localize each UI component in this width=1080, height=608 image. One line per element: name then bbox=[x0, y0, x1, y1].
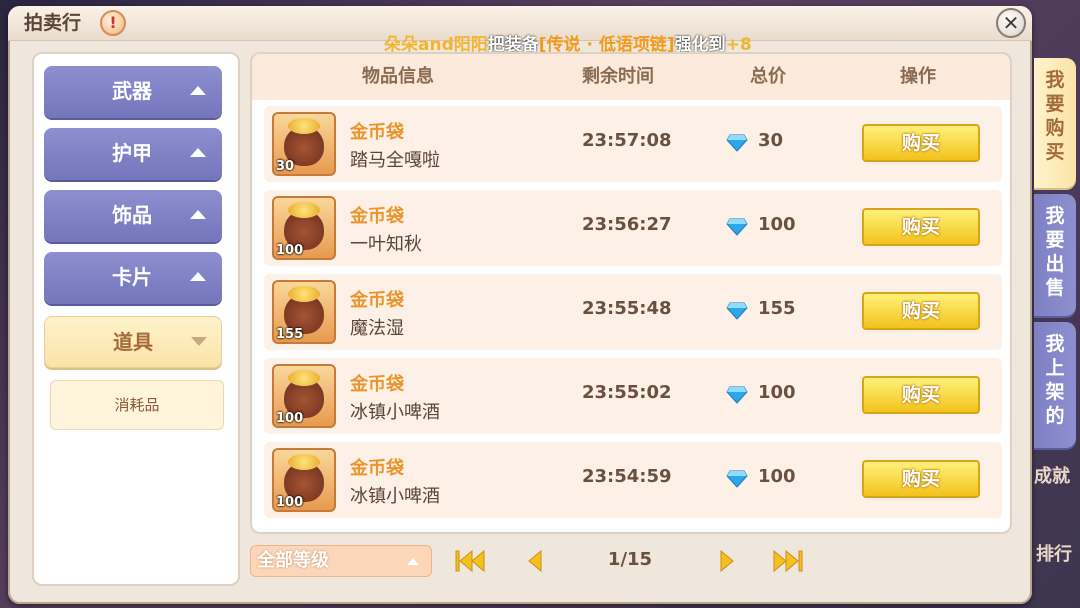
price-value: 100 bbox=[758, 382, 796, 403]
category-weapon[interactable]: 武器 bbox=[44, 66, 222, 118]
table-row: 100 金币袋 冰镇小啤酒 23:54:59 100 购买 bbox=[264, 442, 1002, 518]
seller-name: 冰镇小啤酒 bbox=[350, 486, 440, 507]
chevron-up-icon bbox=[190, 272, 206, 281]
price-value: 30 bbox=[758, 130, 784, 151]
tab-buy-label: 我要购买 bbox=[1045, 69, 1065, 163]
tab-sell-label: 我要出售 bbox=[1045, 205, 1065, 299]
tab-buy[interactable]: 我要购买 bbox=[1034, 58, 1076, 188]
item-quantity: 100 bbox=[276, 495, 304, 510]
chevron-up-icon bbox=[407, 558, 419, 565]
chevron-up-icon bbox=[190, 86, 206, 95]
diamond-icon bbox=[726, 134, 748, 152]
price-value: 100 bbox=[758, 466, 796, 487]
last-page-icon[interactable] bbox=[770, 548, 804, 574]
table-row: 30 金币袋 踏马全嘎啦 23:57:08 30 购买 bbox=[264, 106, 1002, 182]
header-remaining-time: 剩余时间 bbox=[582, 66, 654, 87]
seller-name: 一叶知秋 bbox=[350, 234, 422, 255]
item-name: 金币袋 bbox=[350, 458, 404, 479]
next-page-icon[interactable] bbox=[716, 548, 738, 574]
coins-shape bbox=[288, 370, 320, 386]
item-quantity: 30 bbox=[276, 159, 295, 174]
rank-bg-label: 排行 bbox=[1036, 544, 1072, 565]
remaining-time: 23:55:02 bbox=[582, 382, 672, 403]
achievement-bg-label: 成就 bbox=[1034, 466, 1070, 487]
coins-shape bbox=[288, 118, 320, 134]
seller-name: 踏马全嘎啦 bbox=[350, 150, 440, 171]
price-value: 155 bbox=[758, 298, 796, 319]
category-accessory[interactable]: 饰品 bbox=[44, 190, 222, 242]
subcategory-consumables[interactable]: 消耗品 bbox=[50, 380, 224, 430]
category-label: 武器 bbox=[112, 79, 152, 103]
buy-button[interactable]: 购买 bbox=[862, 124, 980, 162]
window-title: 拍卖行 bbox=[24, 12, 82, 34]
chevron-down-icon bbox=[191, 337, 207, 346]
item-quantity: 155 bbox=[276, 327, 304, 342]
page-indicator: 1/15 bbox=[607, 549, 653, 570]
gold-bag-icon[interactable]: 30 bbox=[272, 112, 336, 176]
tab-my-listings-label: 我上架的 bbox=[1045, 333, 1065, 427]
category-card[interactable]: 卡片 bbox=[44, 252, 222, 304]
buy-button[interactable]: 购买 bbox=[862, 208, 980, 246]
remaining-time: 23:57:08 bbox=[582, 130, 672, 151]
category-label: 饰品 bbox=[112, 203, 152, 227]
remaining-time: 23:55:48 bbox=[582, 298, 672, 319]
item-name: 金币袋 bbox=[350, 374, 404, 395]
category-item[interactable]: 道具 bbox=[44, 316, 222, 368]
gold-bag-icon[interactable]: 155 bbox=[272, 280, 336, 344]
diamond-icon bbox=[726, 218, 748, 236]
diamond-icon bbox=[726, 470, 748, 488]
category-armor[interactable]: 护甲 bbox=[44, 128, 222, 180]
buy-button[interactable]: 购买 bbox=[862, 376, 980, 414]
buy-button[interactable]: 购买 bbox=[862, 460, 980, 498]
price-value: 100 bbox=[758, 214, 796, 235]
item-quantity: 100 bbox=[276, 411, 304, 426]
coins-shape bbox=[288, 454, 320, 470]
category-panel: 武器 护甲 饰品 卡片 道具 消耗品 bbox=[32, 52, 240, 586]
header-action: 操作 bbox=[900, 66, 936, 87]
item-name: 金币袋 bbox=[350, 290, 404, 311]
level-filter-dropdown[interactable]: 全部等级 bbox=[250, 545, 432, 577]
item-quantity: 100 bbox=[276, 243, 304, 258]
tab-sell[interactable]: 我要出售 bbox=[1034, 194, 1076, 316]
table-header: 物品信息 剩余时间 总价 操作 bbox=[252, 54, 1010, 100]
remaining-time: 23:54:59 bbox=[582, 466, 672, 487]
gold-bag-icon[interactable]: 100 bbox=[272, 448, 336, 512]
item-name: 金币袋 bbox=[350, 122, 404, 143]
close-icon[interactable]: ✕ bbox=[996, 8, 1026, 38]
diamond-icon bbox=[726, 302, 748, 320]
table-row: 100 金币袋 冰镇小啤酒 23:55:02 100 购买 bbox=[264, 358, 1002, 434]
category-label: 道具 bbox=[113, 330, 153, 354]
item-name: 金币袋 bbox=[350, 206, 404, 227]
coins-shape bbox=[288, 202, 320, 218]
chevron-up-icon bbox=[190, 148, 206, 157]
exclamation-icon[interactable]: ! bbox=[100, 10, 126, 36]
listing-panel: 物品信息 剩余时间 总价 操作 30 金币袋 踏马全嘎啦 23:57:08 30… bbox=[250, 52, 1012, 534]
header-item-info: 物品信息 bbox=[362, 66, 434, 87]
gold-bag-icon[interactable]: 100 bbox=[272, 364, 336, 428]
category-label: 卡片 bbox=[112, 265, 152, 289]
level-filter-label: 全部等级 bbox=[257, 550, 329, 571]
header-total-price: 总价 bbox=[750, 66, 786, 87]
coins-shape bbox=[288, 286, 320, 302]
prev-page-icon[interactable] bbox=[524, 548, 546, 574]
gold-bag-icon[interactable]: 100 bbox=[272, 196, 336, 260]
category-label: 护甲 bbox=[112, 141, 152, 165]
chevron-up-icon bbox=[190, 210, 206, 219]
table-row: 155 金币袋 魔法湿 23:55:48 155 购买 bbox=[264, 274, 1002, 350]
tab-my-listings[interactable]: 我上架的 bbox=[1034, 322, 1076, 448]
remaining-time: 23:56:27 bbox=[582, 214, 672, 235]
diamond-icon bbox=[726, 386, 748, 404]
seller-name: 冰镇小啤酒 bbox=[350, 402, 440, 423]
first-page-icon[interactable] bbox=[454, 548, 488, 574]
seller-name: 魔法湿 bbox=[350, 318, 404, 339]
buy-button[interactable]: 购买 bbox=[862, 292, 980, 330]
table-row: 100 金币袋 一叶知秋 23:56:27 100 购买 bbox=[264, 190, 1002, 266]
